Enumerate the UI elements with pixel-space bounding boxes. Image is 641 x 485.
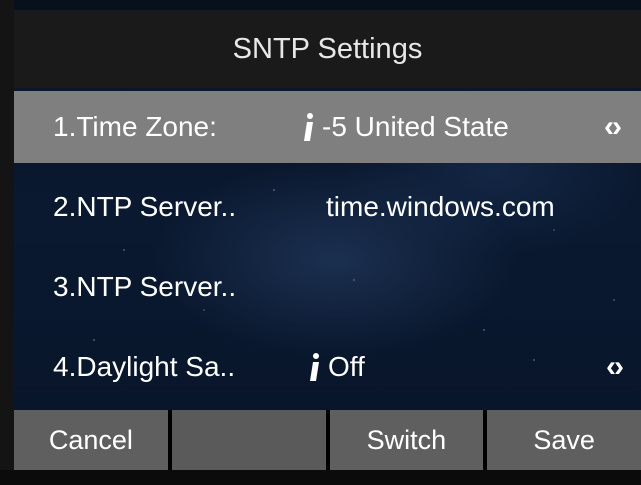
left-right-arrows-icon[interactable]: ‹›	[604, 109, 641, 145]
empty-softkey[interactable]	[171, 410, 326, 470]
save-button[interactable]: Save	[487, 410, 641, 470]
phone-screen: SNTP Settings 1.Time Zone: -5 United Sta…	[14, 10, 641, 470]
setting-label-time-zone: 1.Time Zone:	[53, 111, 217, 142]
setting-value-ntp-server-1: time.windows.com	[326, 191, 555, 222]
left-bezel	[0, 0, 14, 485]
cancel-button-label: Cancel	[48, 424, 133, 455]
setting-value-daylight-saving: Off	[328, 351, 365, 382]
page-title: SNTP Settings	[232, 32, 423, 65]
save-button-label: Save	[533, 424, 595, 455]
bottom-bezel	[0, 470, 641, 485]
setting-row-ntp-server-1[interactable]: 2.NTP Server.. time.windows.com	[14, 171, 641, 243]
setting-value-time-zone: -5 United State	[322, 111, 509, 142]
setting-row-time-zone[interactable]: 1.Time Zone: -5 United State ‹›	[14, 91, 641, 163]
setting-row-ntp-server-2[interactable]: 3.NTP Server..	[14, 251, 641, 323]
info-icon	[310, 353, 320, 381]
setting-label-ntp-server-1: 2.NTP Server..	[53, 191, 237, 222]
setting-label-daylight-saving: 4.Daylight Sa..	[53, 351, 236, 382]
info-icon	[304, 113, 314, 141]
softkey-bar: Cancel Switch Save	[14, 410, 641, 470]
setting-row-daylight-saving[interactable]: 4.Daylight Sa.. Off ‹›	[14, 331, 641, 403]
phone-display-frame: SNTP Settings 1.Time Zone: -5 United Sta…	[0, 0, 641, 485]
title-bar: SNTP Settings	[14, 10, 641, 88]
switch-button-label: Switch	[366, 424, 447, 455]
setting-label-ntp-server-2: 3.NTP Server..	[53, 271, 237, 302]
cancel-button[interactable]: Cancel	[14, 410, 168, 470]
switch-button[interactable]: Switch	[329, 410, 484, 470]
left-right-arrows-icon[interactable]: ‹›	[606, 349, 641, 385]
